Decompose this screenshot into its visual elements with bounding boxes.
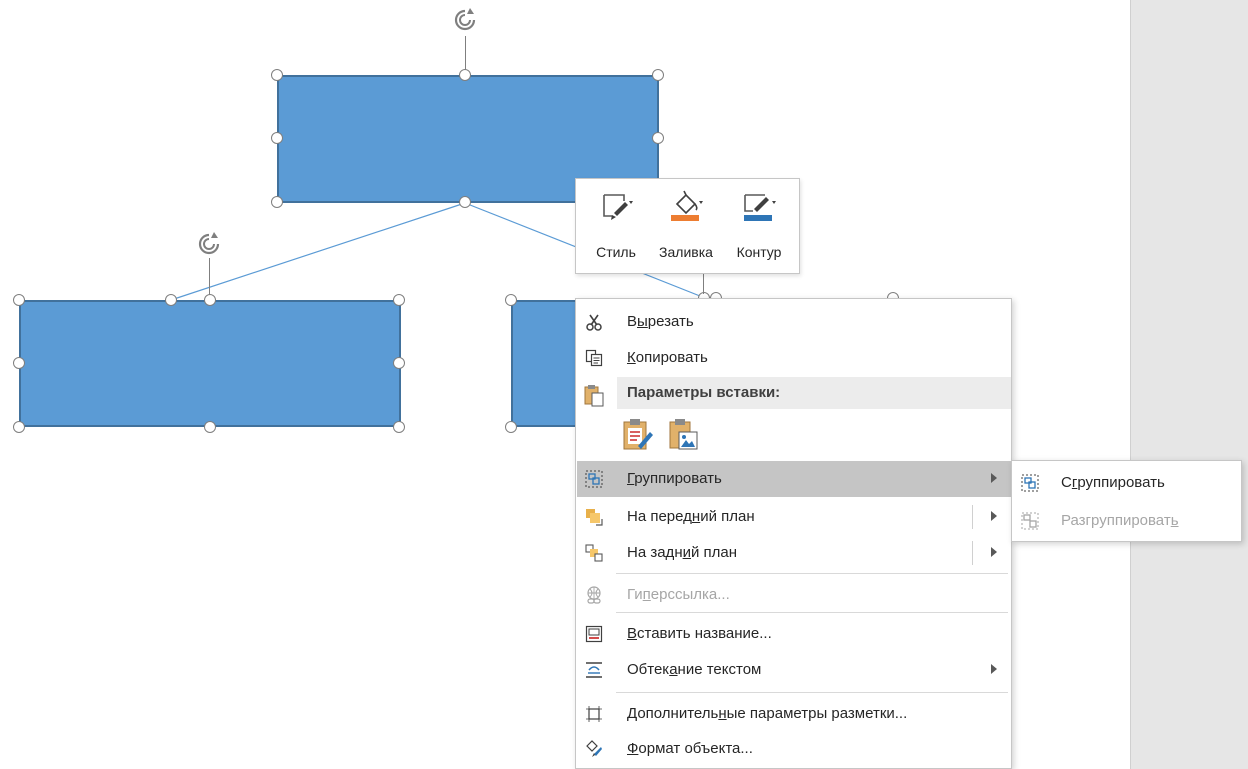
paste-options-header: Параметры вставки:	[617, 377, 1011, 409]
resize-handle[interactable]	[165, 294, 177, 306]
format-shape-icon	[586, 740, 602, 757]
menu-item-insert-caption[interactable]: Вставить название...	[577, 616, 1011, 652]
outline-label: Контур	[736, 244, 782, 260]
menu-separator	[616, 573, 1008, 574]
menu-item-more-layout-options[interactable]: Дополнительные параметры разметки...	[577, 696, 1011, 732]
resize-handle[interactable]	[459, 196, 471, 208]
send-to-back-icon	[585, 544, 603, 562]
pen-outline-icon	[744, 194, 776, 221]
submenu-item-group[interactable]: Сгруппировать	[1013, 463, 1241, 501]
bring-to-front-icon	[586, 509, 603, 526]
resize-handle[interactable]	[204, 421, 216, 433]
group-icon	[585, 470, 603, 488]
paste-keep-formatting-icon[interactable]	[622, 416, 654, 452]
style-button[interactable]: Стиль	[581, 189, 651, 269]
resize-handle[interactable]	[13, 421, 25, 433]
group-submenu: Сгруппировать Разгруппировать	[1011, 460, 1242, 542]
menu-item-copy[interactable]: Копировать	[577, 340, 1011, 376]
wrap-text-icon	[586, 662, 602, 678]
resize-handle[interactable]	[393, 421, 405, 433]
outline-button[interactable]: Контур	[724, 189, 794, 269]
menu-item-format-object[interactable]: Формат объекта...	[577, 731, 1011, 767]
insert-caption-icon	[585, 625, 603, 643]
ungroup-icon	[1021, 512, 1039, 530]
resize-handle[interactable]	[13, 294, 25, 306]
group-icon	[1021, 474, 1039, 492]
copy-icon	[585, 349, 603, 367]
paint-bucket-icon	[671, 190, 703, 221]
paste-as-picture-icon[interactable]	[668, 416, 700, 452]
submenu-item-ungroup: Разгруппировать	[1013, 501, 1241, 539]
context-menu: Вырезать Копировать Параметры вставки: Г…	[575, 298, 1012, 769]
resize-handle[interactable]	[271, 132, 283, 144]
resize-handle[interactable]	[204, 294, 216, 306]
menu-item-bring-to-front[interactable]: На передний план	[577, 499, 1011, 535]
resize-handle[interactable]	[652, 132, 664, 144]
menu-separator	[616, 692, 1008, 693]
menu-item-wrap-text[interactable]: Обтекание текстом	[577, 652, 1011, 688]
submenu-arrow-icon	[991, 473, 997, 483]
style-label: Стиль	[596, 244, 636, 260]
shape-left[interactable]	[19, 300, 401, 427]
fill-label: Заливка	[659, 244, 713, 260]
fill-button[interactable]: Заливка	[651, 189, 721, 269]
resize-handle[interactable]	[271, 69, 283, 81]
layout-options-icon	[586, 706, 602, 722]
resize-handle[interactable]	[505, 294, 517, 306]
rotate-handle-icon[interactable]	[197, 232, 221, 256]
resize-handle[interactable]	[459, 69, 471, 81]
paste-clipboard-icon	[584, 385, 604, 407]
scissors-icon	[586, 314, 602, 331]
resize-handle[interactable]	[505, 421, 517, 433]
menu-item-send-to-back[interactable]: На задний план	[577, 535, 1011, 571]
submenu-arrow-icon	[991, 664, 997, 674]
submenu-arrow-icon[interactable]	[991, 547, 997, 557]
submenu-arrow-icon[interactable]	[991, 511, 997, 521]
resize-handle[interactable]	[393, 357, 405, 369]
menu-item-cut[interactable]: Вырезать	[577, 304, 1011, 340]
menu-item-hyperlink: Гиперссылка...	[577, 577, 1011, 613]
paste-options-label: Параметры вставки:	[627, 384, 781, 401]
mini-toolbar: Стиль Заливка Контур	[575, 178, 800, 274]
resize-handle[interactable]	[13, 357, 25, 369]
resize-handle[interactable]	[652, 69, 664, 81]
menu-separator	[616, 612, 1008, 613]
resize-handle[interactable]	[393, 294, 405, 306]
resize-handle[interactable]	[271, 196, 283, 208]
right-gutter	[1130, 0, 1248, 769]
hyperlink-globe-icon	[587, 586, 601, 604]
rotate-handle-icon[interactable]	[453, 8, 477, 32]
shape-style-icon	[603, 194, 633, 220]
menu-item-group[interactable]: Группировать	[577, 461, 1011, 497]
